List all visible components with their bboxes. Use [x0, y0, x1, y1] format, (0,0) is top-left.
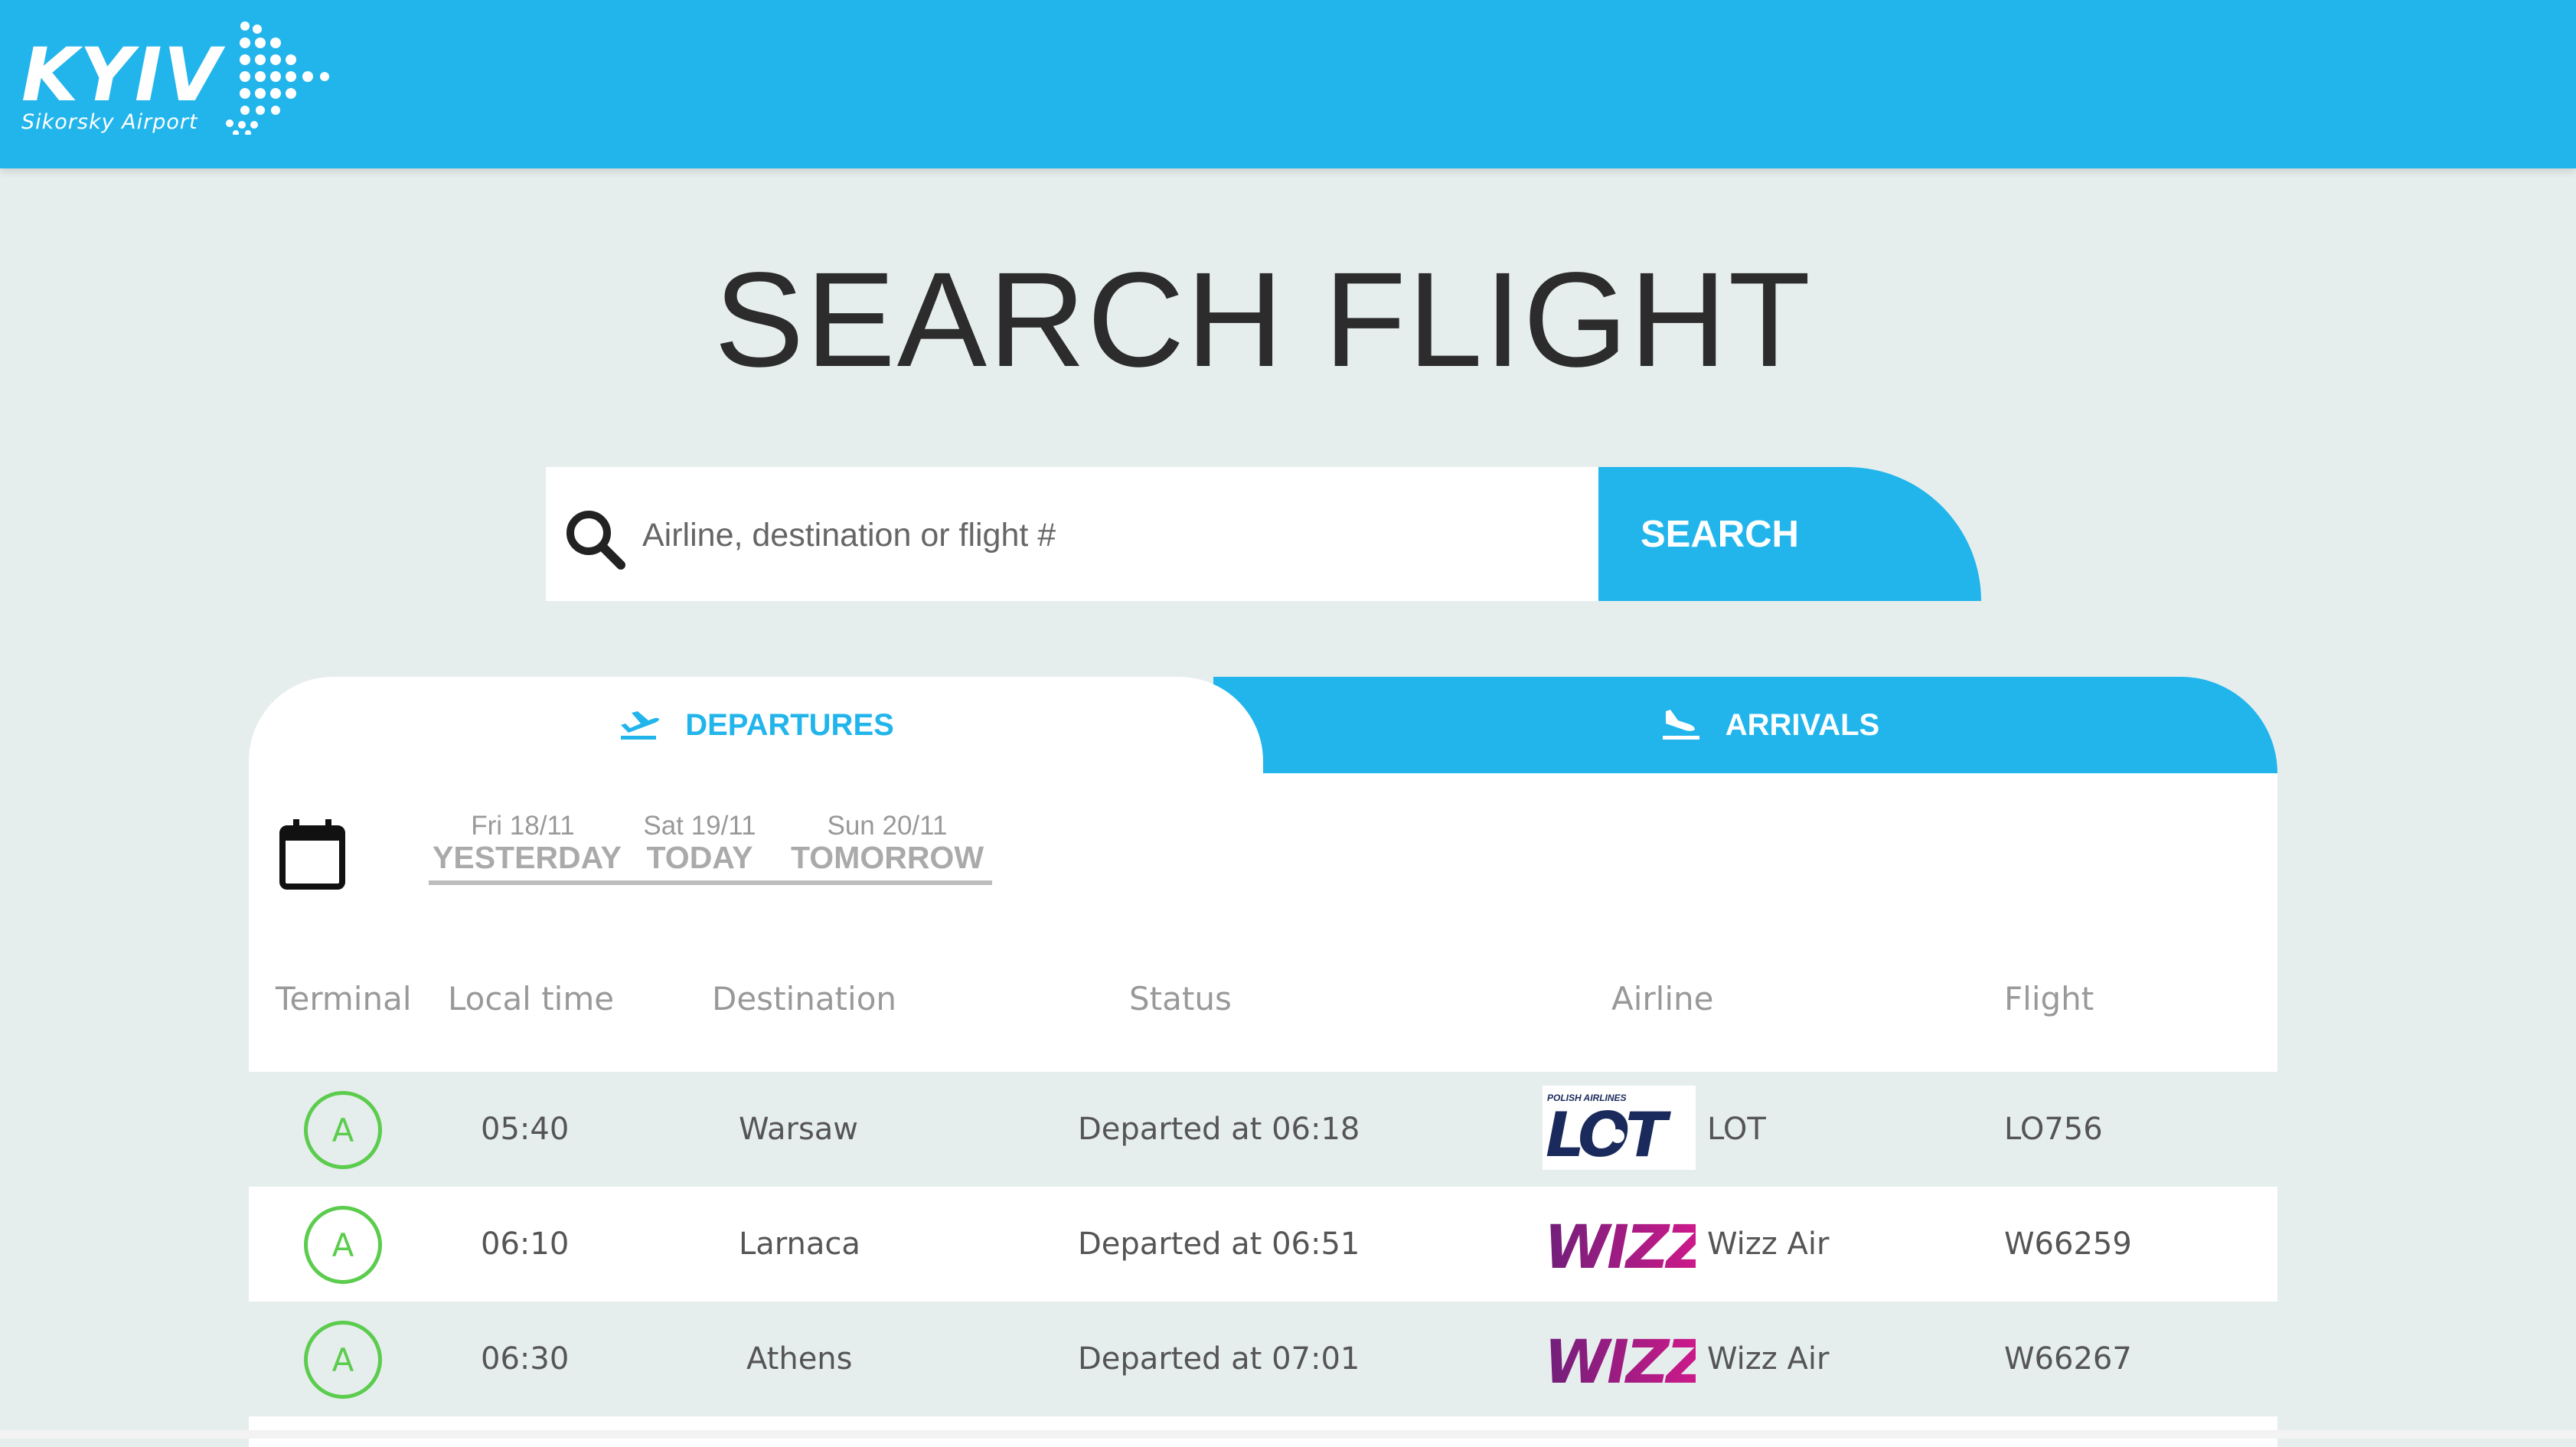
day-tab-yesterday[interactable]: Fri 18/11 YESTERDAY: [429, 811, 622, 880]
table-row[interactable]: A 05:40 Warsaw Departed at 06:18 POLISH …: [249, 1072, 2277, 1187]
destination: Warsaw: [739, 1112, 859, 1147]
wizz-logo-word: WIZZ: [1544, 1328, 1696, 1397]
flight-number: LO756: [2004, 1112, 2103, 1147]
flight-number: W66267: [2004, 1341, 2132, 1377]
flight-number: W66259: [2004, 1227, 2132, 1262]
logo-subtitle: Sikorsky Airport: [21, 110, 198, 134]
column-header-local-time: Local time: [448, 980, 615, 1017]
calendar-icon[interactable]: [279, 819, 345, 890]
local-time: 05:40: [481, 1112, 570, 1147]
lot-logo-word: LOT: [1546, 1099, 1671, 1170]
airline-name: Wizz Air: [1707, 1227, 1830, 1262]
destination: Athens: [746, 1341, 853, 1377]
wizz-logo: WIZZ: [1543, 1200, 1714, 1285]
column-header-status: Status: [1129, 980, 1232, 1017]
wizz-logo-icon: WIZZ: [1544, 1213, 1714, 1282]
logo-wordmark: KYIV: [21, 32, 222, 118]
site-header: KYIV Sikorsky Airport: [0, 0, 2576, 168]
local-time: 06:30: [481, 1341, 570, 1377]
wizz-logo: WIZZ: [1543, 1315, 1714, 1400]
day-label: TODAY: [646, 839, 753, 875]
day-label: YESTERDAY: [433, 839, 622, 875]
plane-takeoff-icon: [621, 711, 660, 740]
search-box: [546, 467, 1598, 601]
page-title: SEARCH FLIGHT: [713, 245, 1813, 395]
tab-departures[interactable]: DEPARTURES: [249, 677, 1263, 773]
day-tab-tomorrow[interactable]: Sun 20/11 TOMORROW: [782, 811, 992, 880]
local-time: 06:10: [481, 1227, 570, 1262]
flight-status: Departed at 06:18: [1078, 1112, 1360, 1147]
wizz-logo-icon: WIZZ: [1544, 1328, 1714, 1397]
date-selector: Fri 18/11 YESTERDAY Sat 19/11 TODAY Sun …: [429, 811, 992, 885]
tab-arrivals[interactable]: ARRIVALS: [1213, 677, 2277, 773]
plane-landing-icon: [1662, 710, 1699, 740]
day-date: Sat 19/11: [643, 811, 756, 841]
terminal-badge: A: [304, 1321, 382, 1399]
search-icon: [566, 511, 625, 570]
lot-logo-icon: POLISH AIRLINES LOT: [1546, 1093, 1676, 1171]
lot-logo: POLISH AIRLINES LOT: [1543, 1086, 1696, 1171]
flight-status: Departed at 06:51: [1078, 1227, 1360, 1262]
flights-table: A 05:40 Warsaw Departed at 06:18 POLISH …: [249, 1072, 2277, 1447]
terminal-badge: A: [304, 1206, 382, 1284]
airline-name: LOT: [1707, 1112, 1766, 1147]
flight-status: Departed at 07:01: [1078, 1341, 1360, 1377]
page-bottom-edge: [0, 1430, 2576, 1439]
column-header-airline: Airline: [1611, 980, 1714, 1017]
kyiv-airport-logo[interactable]: KYIV Sikorsky Airport: [21, 20, 329, 142]
wizz-logo-word: WIZZ: [1544, 1213, 1696, 1282]
tab-arrivals-label: ARRIVALS: [1725, 707, 1880, 742]
day-date: Fri 18/11: [471, 811, 575, 841]
search-input[interactable]: [641, 498, 1578, 573]
table-row[interactable]: A 06:30 Athens Departed at 07:01 WIZZ Wi…: [249, 1302, 2277, 1416]
search-button[interactable]: SEARCH: [1598, 467, 1981, 601]
flights-panel: Fri 18/11 YESTERDAY Sat 19/11 TODAY Sun …: [249, 773, 2277, 1447]
day-label: TOMORROW: [790, 839, 984, 875]
terminal-badge: A: [304, 1091, 382, 1169]
day-tab-today[interactable]: Sat 19/11 TODAY: [617, 811, 782, 880]
day-date: Sun 20/11: [827, 811, 948, 841]
column-header-flight: Flight: [2004, 980, 2094, 1017]
logo-dots-icon: [226, 21, 329, 135]
column-header-destination: Destination: [712, 980, 897, 1017]
table-row[interactable]: A 06:10 Larnaca Departed at 06:51 WIZZ W…: [249, 1187, 2277, 1302]
airline-name: Wizz Air: [1707, 1341, 1830, 1377]
column-header-terminal: Terminal: [276, 980, 412, 1017]
tab-departures-label: DEPARTURES: [685, 707, 894, 742]
destination: Larnaca: [739, 1227, 860, 1262]
flight-board: ARRIVALS DEPARTURES Fri 18/11 YESTERDAY …: [249, 677, 2277, 1447]
